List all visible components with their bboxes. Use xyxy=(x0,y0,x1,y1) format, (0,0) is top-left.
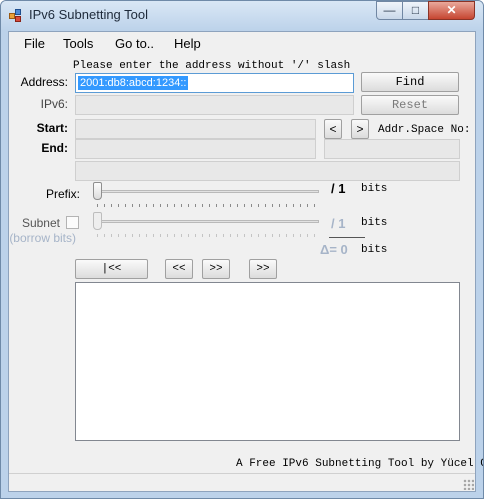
delta-divider xyxy=(329,237,365,238)
close-button[interactable]: ✕ xyxy=(428,1,475,20)
last-button[interactable]: >> xyxy=(249,259,277,279)
end-output[interactable] xyxy=(75,139,316,159)
address-input[interactable]: 2001:db8:abcd:1234:: xyxy=(75,73,354,93)
results-output[interactable] xyxy=(75,282,460,441)
minimize-icon: — xyxy=(383,3,396,17)
end-label: End: xyxy=(41,141,68,155)
delta-unit: bits xyxy=(361,244,388,256)
addr-space-label: Addr.Space No: xyxy=(378,124,471,136)
subnet-value: / 1 xyxy=(331,216,346,231)
prefix-label: Prefix: xyxy=(45,187,80,201)
info-output[interactable] xyxy=(75,161,460,181)
maximize-button[interactable]: □ xyxy=(402,1,429,20)
minimize-button[interactable]: — xyxy=(376,1,403,20)
subnet-label: Subnet xyxy=(21,216,60,230)
reset-button[interactable]: Reset xyxy=(361,95,459,115)
subnet-slider-thumb[interactable] xyxy=(93,212,102,230)
menu-help[interactable]: Help xyxy=(174,36,201,51)
menu-bar: File Tools Go to.. Help xyxy=(9,32,475,54)
prefix-value: / 1 xyxy=(331,181,346,196)
resize-grip-icon[interactable] xyxy=(463,479,474,490)
subnet-unit: bits xyxy=(361,217,388,229)
addr-space-output[interactable] xyxy=(324,139,460,159)
start-label: Start: xyxy=(36,121,68,135)
address-value: 2001:db8:abcd:1234:: xyxy=(78,76,189,90)
delta-value: Δ= 0 xyxy=(320,242,348,257)
main-panel: File Tools Go to.. Help Please enter the… xyxy=(8,31,483,492)
next-button[interactable]: > xyxy=(351,119,369,139)
status-bar xyxy=(9,473,475,491)
instruction-text: Please enter the address without '/' sla… xyxy=(73,60,351,72)
find-button[interactable]: Find xyxy=(361,72,459,92)
borrow-bits-label: (borrow bits) xyxy=(9,231,76,245)
address-label: Address: xyxy=(20,75,68,89)
prev-button[interactable]: < xyxy=(324,119,342,139)
close-icon: ✕ xyxy=(446,3,457,17)
app-window: IPv6 Subnetting Tool — □ ✕ File Tools Go… xyxy=(0,0,484,499)
subnet-checkbox[interactable] xyxy=(66,216,79,229)
maximize-icon: □ xyxy=(411,3,420,17)
ipv6-label: IPv6: xyxy=(40,97,68,111)
prefix-unit: bits xyxy=(361,183,388,195)
menu-file[interactable]: File xyxy=(24,36,45,51)
ipv6-output[interactable] xyxy=(75,95,354,115)
start-output[interactable] xyxy=(75,119,316,139)
menu-goto[interactable]: Go to.. xyxy=(115,36,154,51)
window-title: IPv6 Subnetting Tool xyxy=(29,7,149,22)
credit-text: A Free IPv6 Subnetting Tool by Yücel G xyxy=(236,458,484,470)
subnet-slider[interactable] xyxy=(93,212,319,238)
prefix-slider-thumb[interactable] xyxy=(93,182,102,200)
prefix-slider[interactable] xyxy=(93,182,319,208)
menu-tools[interactable]: Tools xyxy=(63,36,93,51)
back-button[interactable]: << xyxy=(165,259,193,279)
first-button[interactable]: |<< xyxy=(75,259,148,279)
forward-button[interactable]: >> xyxy=(202,259,230,279)
app-icon xyxy=(9,9,23,22)
